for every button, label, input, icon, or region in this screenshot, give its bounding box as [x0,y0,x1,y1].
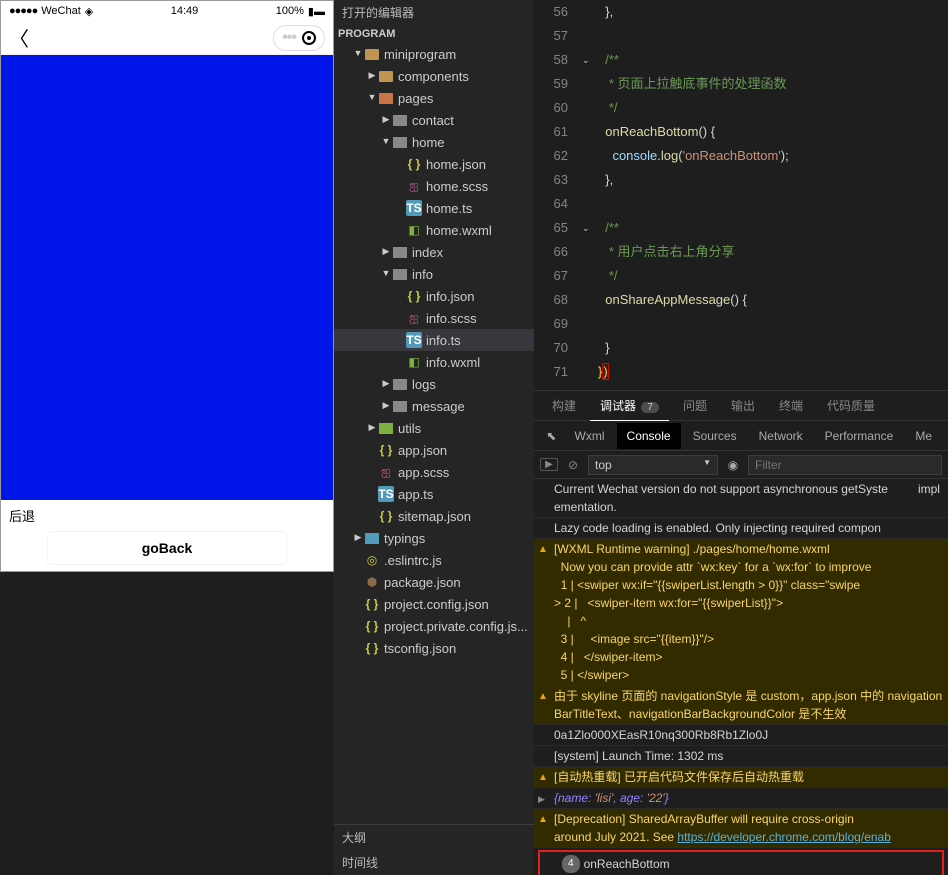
log-line: 0a1Zlo000XEasR10nq300Rb8Rb1Zlo0J [534,725,948,746]
back-icon[interactable]: 〈 [9,23,29,52]
simulator-footer: 后退 goBack [1,500,333,571]
devtab-network[interactable]: Network [749,423,813,449]
play-icon[interactable]: ▶ [540,458,558,471]
log-warning: 由于 skyline 页面的 navigationStyle 是 custom，… [534,686,948,725]
console-output[interactable]: Current Wechat version do not support as… [534,479,948,875]
signal-dots-icon: ●●●●● [9,5,37,17]
log-onreachbottom: 4onReachBottom [542,854,940,874]
file-home-json[interactable]: { }home.json [334,153,534,175]
tab-quality[interactable]: 代码质量 [817,391,885,420]
file-package-json[interactable]: ⬢package.json [334,571,534,593]
folder-logs[interactable]: logs [334,373,534,395]
devtab-sources[interactable]: Sources [683,423,747,449]
simulator-statusbar: ●●●●● WeChat ◈ 14:49 100% ▮▬ [1,1,333,21]
count-badge: 4 [562,855,580,873]
log-line: Lazy code loading is enabled. Only injec… [534,518,948,539]
menu-dots-icon[interactable]: ••• [282,29,296,47]
context-selector[interactable]: top [588,455,718,475]
wifi-icon: ◈ [85,5,93,18]
log-warning: [WXML Runtime warning] ./pages/home/home… [534,539,948,686]
file-project-config[interactable]: { }project.config.json [334,593,534,615]
file-project-private[interactable]: { }project.private.config.js... [334,615,534,637]
file-home-scss[interactable]: ஐhome.scss [334,175,534,197]
debugger-badge: 7 [641,402,659,413]
file-info-scss[interactable]: ஐinfo.scss [334,307,534,329]
folder-contact[interactable]: contact [334,109,534,131]
goback-button[interactable]: goBack [47,531,287,565]
open-editors-section[interactable]: 打开的编辑器 [334,0,534,25]
folder-utils[interactable]: utils [334,417,534,439]
file-tsconfig[interactable]: { }tsconfig.json [334,637,534,659]
log-line: [system] Launch Time: 1302 ms [534,746,948,767]
capsule-button[interactable]: ••• [273,25,325,51]
line-gutter: 56575859606162636465666768697071 [534,0,582,390]
file-info-json[interactable]: { }info.json [334,285,534,307]
folder-miniprogram[interactable]: miniprogram [334,43,534,65]
file-app-scss[interactable]: ஐapp.scss [334,461,534,483]
file-home-ts[interactable]: TShome.ts [334,197,534,219]
folder-pages[interactable]: pages [334,87,534,109]
inspect-icon[interactable]: ⬉ [540,429,563,443]
battery-icon: ▮▬ [308,5,325,18]
file-app-json[interactable]: { }app.json [334,439,534,461]
clear-console-icon[interactable]: ⊘ [564,458,582,472]
file-info-ts[interactable]: TSinfo.ts [334,329,534,351]
file-sitemap-json[interactable]: { }sitemap.json [334,505,534,527]
devtools-tabs: ⬉ Wxml Console Sources Network Performan… [534,421,948,451]
carrier-label: WeChat [41,5,81,17]
highlighted-log: 4onReachBottom [538,850,944,875]
timeline-section[interactable]: 时间线 [334,850,534,875]
bottom-panel: 构建 调试器 7 问题 输出 终端 代码质量 ⬉ Wxml Console So… [534,390,948,875]
folder-info[interactable]: info [334,263,534,285]
deprecation-link[interactable]: https://developer.chrome.com/blog/enab [677,830,890,844]
file-eslintrc[interactable]: ◎.eslintrc.js [334,549,534,571]
devtab-performance[interactable]: Performance [815,423,904,449]
code-editor[interactable]: 56575859606162636465666768697071 ⌄ ⌄ }, … [534,0,948,390]
folder-components[interactable]: components [334,65,534,87]
outline-section[interactable]: 大纲 [334,825,534,850]
folder-index[interactable]: index [334,241,534,263]
file-info-wxml[interactable]: ◧info.wxml [334,351,534,373]
tab-debugger[interactable]: 调试器 7 [590,391,669,421]
fold-column[interactable]: ⌄ ⌄ [582,0,598,390]
close-circle-icon[interactable] [302,31,316,45]
simulator-navbar: 〈 ••• [1,21,333,55]
battery-label: 100% [276,5,304,17]
file-home-wxml[interactable]: ◧home.wxml [334,219,534,241]
file-explorer[interactable]: 打开的编辑器 PROGRAM miniprogram components pa… [334,0,534,875]
tab-output[interactable]: 输出 [721,391,765,420]
tab-terminal[interactable]: 终端 [769,391,813,420]
log-warning: [自动热重载] 已开启代码文件保存后自动热重载 [534,767,948,788]
filter-input[interactable] [748,455,942,475]
editor-area: 56575859606162636465666768697071 ⌄ ⌄ }, … [534,0,948,875]
devtab-wxml[interactable]: Wxml [565,423,615,449]
fold-icon[interactable]: ⌄ [582,48,590,72]
simulator-panel: ●●●●● WeChat ◈ 14:49 100% ▮▬ 〈 ••• 后退 go… [0,0,334,572]
console-toolbar: ▶ ⊘ top ◉ [534,451,948,479]
clock-label: 14:49 [171,5,199,17]
folder-typings[interactable]: typings [334,527,534,549]
tab-build[interactable]: 构建 [542,391,586,420]
log-deprecation: [Deprecation] SharedArrayBuffer will req… [534,809,948,848]
simulator-viewport[interactable] [1,55,333,500]
devtab-console[interactable]: Console [617,423,681,449]
file-app-ts[interactable]: TSapp.ts [334,483,534,505]
panel-tabs: 构建 调试器 7 问题 输出 终端 代码质量 [534,391,948,421]
log-line: Current Wechat version do not support as… [534,479,948,518]
log-object[interactable]: {name: 'lisi', age: '22'} [534,788,948,809]
fold-icon[interactable]: ⌄ [582,216,590,240]
devtab-memory[interactable]: Me [905,423,942,449]
tab-problems[interactable]: 问题 [673,391,717,420]
live-expression-icon[interactable]: ◉ [724,458,742,472]
folder-message[interactable]: message [334,395,534,417]
folder-home[interactable]: home [334,131,534,153]
program-root[interactable]: PROGRAM [334,25,534,43]
code-body[interactable]: }, /** * 页面上拉触底事件的处理函数 */ onReachBottom(… [598,0,948,390]
footer-text: 后退 [9,506,325,525]
